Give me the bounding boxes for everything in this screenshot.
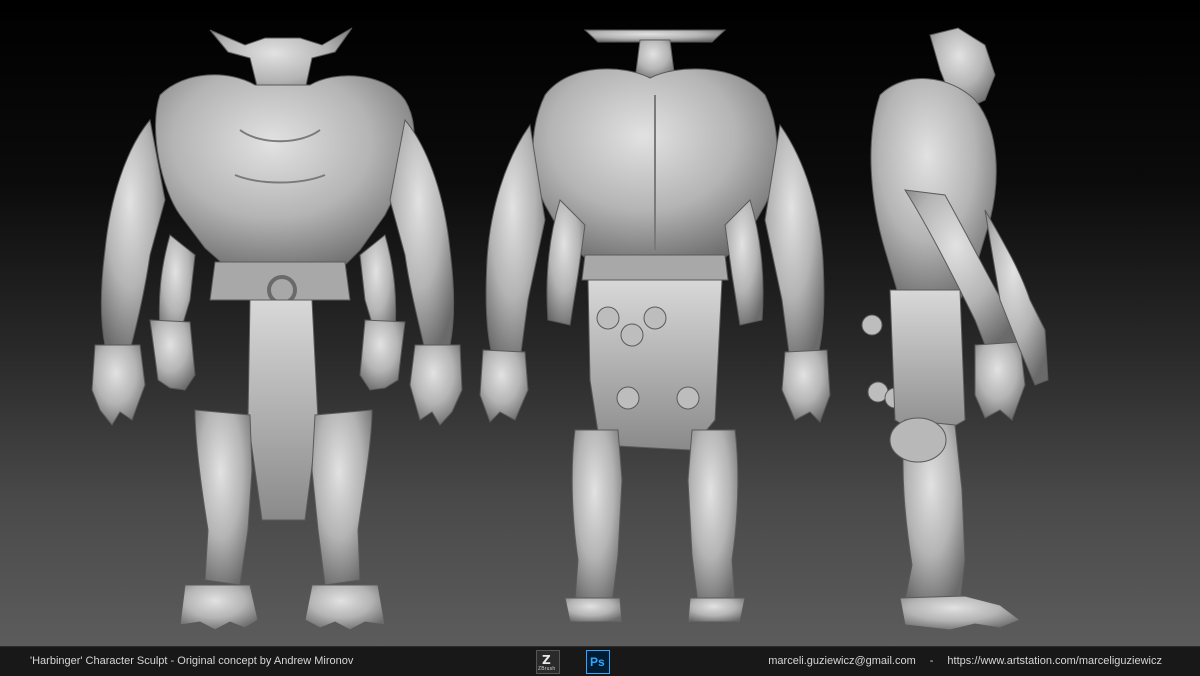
back-view-figure — [479, 29, 831, 623]
turnaround-render — [0, 0, 1200, 646]
zbrush-logo-mark: Z — [542, 653, 551, 667]
software-logos: Z ZBrush Ps — [536, 650, 616, 674]
photoshop-logo-icon: Ps — [586, 650, 610, 674]
photoshop-logo-text: Ps — [590, 655, 605, 669]
credit-text: 'Harbinger' Character Sculpt - Original … — [30, 655, 354, 667]
footer-bar: 'Harbinger' Character Sculpt - Original … — [0, 646, 1200, 676]
contact-separator: - — [929, 655, 934, 667]
zbrush-logo-word: ZBrush — [538, 666, 556, 672]
email-link[interactable]: marceli.guziewicz@gmail.com — [768, 655, 915, 667]
side-view-figure — [861, 27, 1049, 631]
character-sculpt-views — [91, 27, 1049, 631]
website-link[interactable]: https://www.artstation.com/marceliguziew… — [947, 655, 1162, 667]
front-view-figure — [91, 27, 463, 631]
contact-info: marceli.guziewicz@gmail.com - https://www.… — [768, 655, 1162, 667]
zbrush-logo-icon: Z ZBrush — [536, 650, 560, 674]
